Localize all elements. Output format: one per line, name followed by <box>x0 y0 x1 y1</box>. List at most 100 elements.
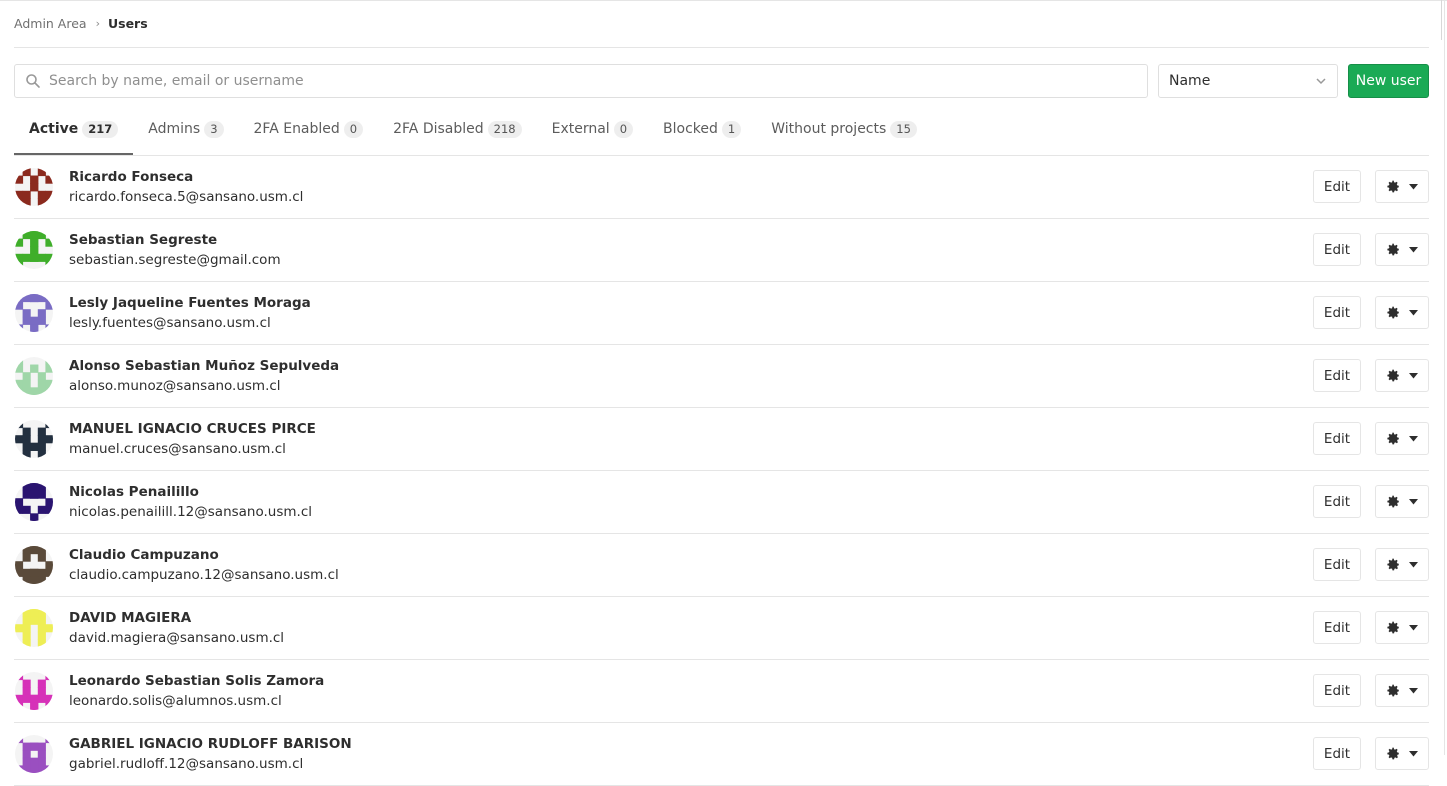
search-box[interactable] <box>14 64 1148 98</box>
user-name-link[interactable]: GABRIEL IGNACIO RUDLOFF BARISON <box>69 736 352 752</box>
tab-count-badge: 1 <box>721 120 742 138</box>
caret-down-icon <box>1408 183 1418 189</box>
caret-down-icon <box>1408 372 1418 378</box>
tab-active[interactable]: Active 217 <box>14 104 134 155</box>
edit-user-button[interactable]: Edit <box>1313 611 1361 644</box>
gear-icon <box>1386 243 1399 256</box>
user-name-link[interactable]: DAVID MAGIERA <box>69 610 191 626</box>
user-settings-dropdown-button[interactable] <box>1375 296 1429 329</box>
user-row: Claudio Campuzano claudio.campuzano.12@sa… <box>14 534 1429 597</box>
tab-2fa-enabled[interactable]: 2FA Enabled 0 <box>239 104 379 154</box>
user-settings-dropdown-button[interactable] <box>1375 359 1429 392</box>
search-icon <box>26 74 40 88</box>
caret-down-icon <box>1408 309 1418 315</box>
breadcrumb-admin-area[interactable]: Admin Area <box>14 16 87 31</box>
user-settings-dropdown-button[interactable] <box>1375 485 1429 518</box>
user-settings-dropdown-button[interactable] <box>1375 674 1429 707</box>
tab-blocked[interactable]: Blocked 1 <box>648 104 756 154</box>
user-email: claudio.campuzano.12@sansano.usm.cl <box>69 567 339 583</box>
user-name-link[interactable]: Sebastian Segreste <box>69 232 217 248</box>
edit-user-button[interactable]: Edit <box>1313 674 1361 707</box>
user-email: manuel.cruces@sansano.usm.cl <box>69 441 286 457</box>
user-settings-dropdown-button[interactable] <box>1375 611 1429 644</box>
edit-user-button[interactable]: Edit <box>1313 296 1361 329</box>
caret-down-icon <box>1408 624 1418 630</box>
caret-down-icon <box>1408 561 1418 567</box>
edit-user-button[interactable]: Edit <box>1313 422 1361 455</box>
edit-user-button[interactable]: Edit <box>1313 233 1361 266</box>
user-email: alonso.munoz@sansano.usm.cl <box>69 378 281 394</box>
user-email: leonardo.solis@alumnos.usm.cl <box>69 693 282 709</box>
caret-down-icon <box>1408 246 1418 252</box>
gear-icon <box>1386 495 1399 508</box>
tab-count-badge: 217 <box>82 120 119 138</box>
avatar[interactable] <box>15 168 53 206</box>
breadcrumb-current[interactable]: Users <box>108 16 148 31</box>
breadcrumb-chevron-icon: › <box>95 17 100 30</box>
avatar[interactable] <box>15 420 53 458</box>
user-settings-dropdown-button[interactable] <box>1375 737 1429 770</box>
user-settings-dropdown-button[interactable] <box>1375 548 1429 581</box>
tab-label: Active <box>29 121 79 137</box>
gear-icon <box>1386 369 1399 382</box>
top-right-divider <box>1441 0 1442 40</box>
avatar[interactable] <box>15 231 53 269</box>
user-row: MANUEL IGNACIO CRUCES PIRCE manuel.cruces… <box>14 408 1429 471</box>
tab-count-badge: 15 <box>890 120 917 138</box>
user-name-link[interactable]: Nicolas Penailillo <box>69 484 199 500</box>
tab-count-badge: 0 <box>343 120 364 138</box>
tab-admins[interactable]: Admins 3 <box>133 104 238 154</box>
tab-2fa-disabled[interactable]: 2FA Disabled 218 <box>378 104 536 154</box>
gear-icon <box>1386 558 1399 571</box>
avatar[interactable] <box>15 483 53 521</box>
sort-dropdown[interactable]: Name <box>1158 64 1338 98</box>
tab-count-badge: 0 <box>613 120 634 138</box>
user-settings-dropdown-button[interactable] <box>1375 233 1429 266</box>
user-row: Alonso Sebastian Muñoz Sepulveda alonso.m… <box>14 345 1429 408</box>
avatar[interactable] <box>15 546 53 584</box>
avatar[interactable] <box>15 294 53 332</box>
search-input[interactable] <box>47 72 1131 90</box>
user-settings-dropdown-button[interactable] <box>1375 170 1429 203</box>
admin-users-page: Admin Area › Users Name New user Active2… <box>14 0 1429 786</box>
new-user-button[interactable]: New user <box>1348 64 1429 98</box>
avatar[interactable] <box>15 735 53 773</box>
caret-down-icon <box>1408 687 1418 693</box>
edit-user-button[interactable]: Edit <box>1313 737 1361 770</box>
tab-label: Without projects <box>771 121 887 137</box>
user-name-link[interactable]: Alonso Sebastian Muñoz Sepulveda <box>69 358 339 374</box>
tab-label: External <box>551 121 610 137</box>
user-name-link[interactable]: Lesly Jaqueline Fuentes Moraga <box>69 295 311 311</box>
caret-down-icon <box>1408 498 1418 504</box>
user-row: DAVID MAGIERA david.magiera@sansano.usm.c… <box>14 597 1429 660</box>
user-email: david.magiera@sansano.usm.cl <box>69 630 285 646</box>
breadcrumb: Admin Area › Users <box>14 0 1429 48</box>
caret-down-icon <box>1408 750 1418 756</box>
tab-without-projects[interactable]: Without projects 15 <box>756 104 932 154</box>
tab-external[interactable]: External 0 <box>537 104 648 154</box>
user-row: Ricardo Fonseca ricardo.fonseca.5@sansano… <box>14 156 1429 219</box>
edit-user-button[interactable]: Edit <box>1313 170 1361 203</box>
user-row: Nicolas Penailillo nicolas.penailill.12@s… <box>14 471 1429 534</box>
user-name-link[interactable]: Claudio Campuzano <box>69 547 219 563</box>
user-name-link[interactable]: MANUEL IGNACIO CRUCES PIRCE <box>69 421 316 437</box>
user-name-link[interactable]: Ricardo Fonseca <box>69 169 193 185</box>
avatar[interactable] <box>15 357 53 395</box>
user-name-link[interactable]: Leonardo Sebastian Solis Zamora <box>69 673 324 689</box>
edit-user-button[interactable]: Edit <box>1313 485 1361 518</box>
avatar[interactable] <box>15 672 53 710</box>
tab-label: 2FA Disabled <box>393 121 484 137</box>
tab-count-badge: 218 <box>487 120 522 138</box>
user-filter-tabs: Active 217 Admins 3 2FA Enabled 0 2FA Disabled… <box>14 104 1429 156</box>
gear-icon <box>1386 432 1399 445</box>
edit-user-button[interactable]: Edit <box>1313 359 1361 392</box>
gear-icon <box>1386 747 1399 760</box>
edit-user-button[interactable]: Edit <box>1313 548 1361 581</box>
gear-icon <box>1386 180 1399 193</box>
chevron-down-icon <box>1316 78 1326 85</box>
scrollbar-edge <box>1444 0 1445 755</box>
user-email: ricardo.fonseca.5@sansano.usm.cl <box>69 189 304 205</box>
tab-label: Admins <box>148 121 201 137</box>
avatar[interactable] <box>15 609 53 647</box>
user-settings-dropdown-button[interactable] <box>1375 422 1429 455</box>
